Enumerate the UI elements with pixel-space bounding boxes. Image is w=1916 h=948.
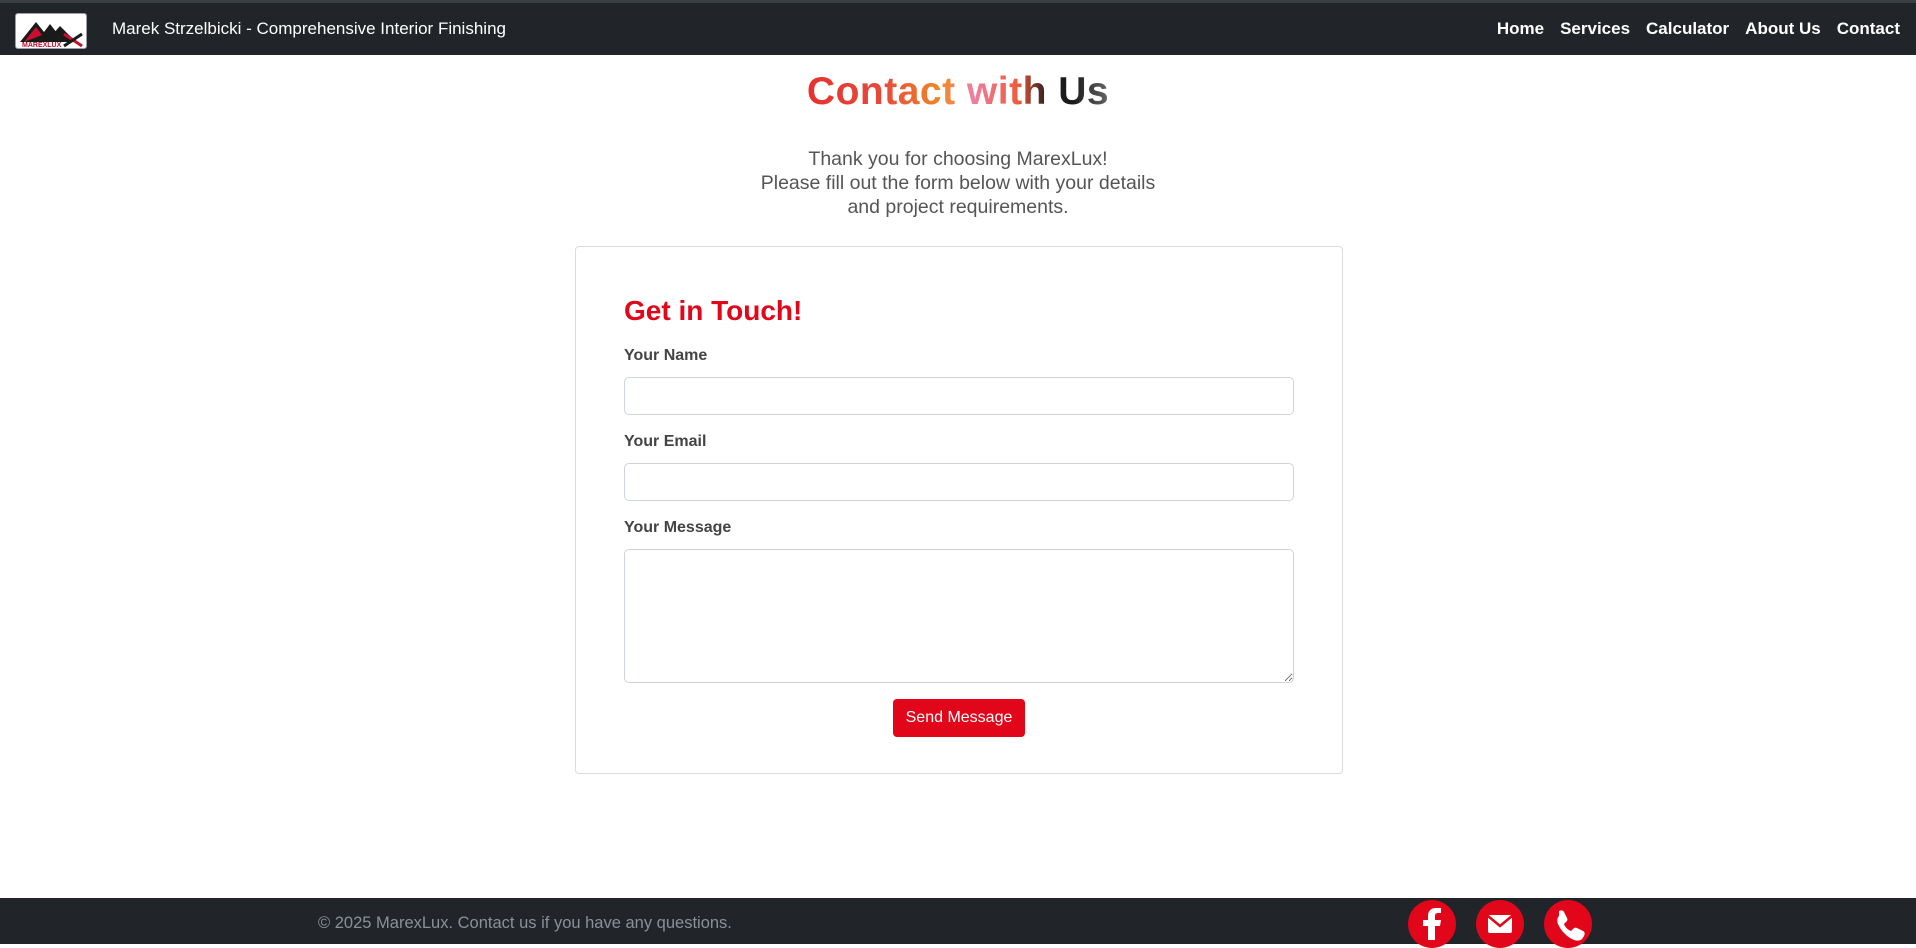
top-navbar: MAREXLUX Marek Strzelbicki - Comprehensi… — [0, 0, 1916, 55]
footer-copyright: © 2025 MarexLux. Contact us if you have … — [318, 914, 732, 932]
footer: © 2025 MarexLux. Contact us if you have … — [0, 898, 1916, 948]
intro-line-2: Please fill out the form below with your… — [760, 172, 1156, 194]
nav-calculator[interactable]: Calculator — [1646, 19, 1729, 39]
intro-text: Thank you for choosing MarexLux! Please … — [0, 147, 1916, 219]
nav-home[interactable]: Home — [1497, 19, 1544, 39]
form-title: Get in Touch! — [624, 295, 803, 326]
nav-services[interactable]: Services — [1560, 19, 1630, 39]
logo-roof-icon: MAREXLUX — [20, 22, 83, 49]
contact-form-card: Get in Touch! Your Name Your Email Your … — [575, 246, 1343, 774]
message-textarea[interactable] — [624, 549, 1294, 683]
marexlux-logo[interactable]: MAREXLUX — [15, 13, 87, 49]
mail-icon[interactable] — [1476, 900, 1524, 948]
main-nav: Home Services Calculator About Us Contac… — [1497, 19, 1900, 39]
intro-line-3: and project requirements. — [847, 196, 1069, 218]
phone-icon[interactable] — [1544, 900, 1592, 948]
logo-wordmark: MAREXLUX — [22, 42, 62, 49]
message-label: Your Message — [624, 519, 732, 536]
name-input[interactable] — [624, 377, 1294, 415]
nav-contact[interactable]: Contact — [1837, 19, 1900, 39]
email-input[interactable] — [624, 463, 1294, 501]
page-title-text: Contact with Us — [806, 70, 1110, 113]
name-label: Your Name — [624, 347, 708, 364]
facebook-icon[interactable] — [1408, 900, 1456, 948]
brand-title[interactable]: Marek Strzelbicki - Comprehensive Interi… — [112, 19, 506, 39]
send-message-button[interactable]: Send Message — [893, 699, 1025, 737]
intro-line-1: Thank you for choosing MarexLux! — [808, 148, 1108, 170]
nav-about-us[interactable]: About Us — [1745, 19, 1821, 39]
email-label: Your Email — [624, 433, 707, 450]
page-title: Contact with Us — [0, 70, 1916, 114]
